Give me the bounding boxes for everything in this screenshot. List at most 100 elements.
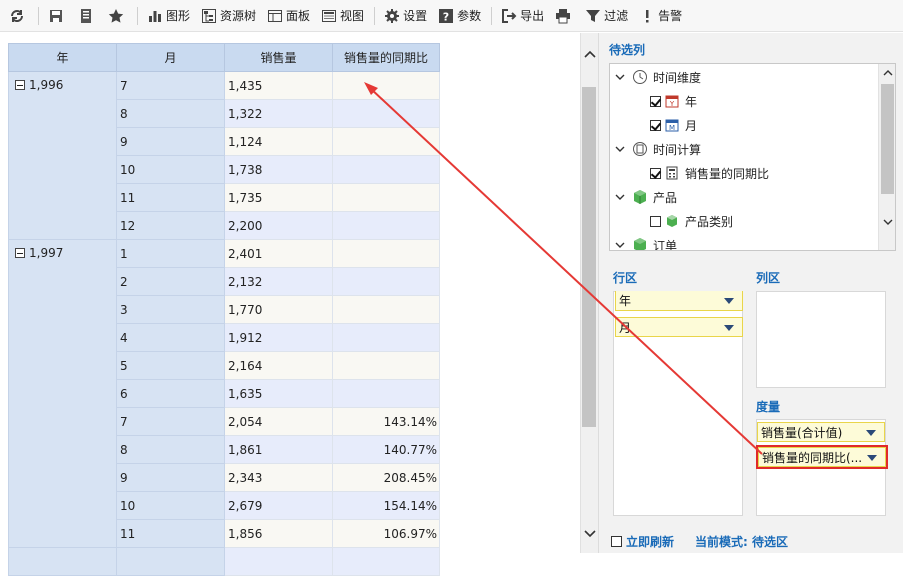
col-zone[interactable] bbox=[756, 291, 886, 388]
header-month[interactable]: 月 bbox=[116, 43, 225, 72]
empty-cell bbox=[8, 547, 117, 576]
tree-item-time-calc[interactable]: 时间计算 bbox=[614, 138, 701, 160]
save-as-button[interactable] bbox=[73, 4, 101, 28]
save-button[interactable] bbox=[43, 4, 71, 28]
auto-refresh-toggle[interactable]: 立即刷新 bbox=[611, 533, 674, 550]
save-as-icon bbox=[77, 7, 95, 25]
year-label: 1,996 bbox=[29, 78, 64, 92]
month-cell: 3 bbox=[116, 295, 225, 324]
panel-button[interactable]: 面板 bbox=[262, 4, 314, 28]
header-year[interactable]: 年 bbox=[8, 43, 117, 72]
row-chip-year[interactable]: 年 bbox=[615, 291, 743, 311]
scroll-up-icon[interactable] bbox=[583, 47, 597, 61]
tree-item-year[interactable]: Y 年 bbox=[650, 90, 697, 112]
params-button[interactable]: ? 参数 bbox=[433, 4, 485, 28]
collapse-icon[interactable] bbox=[15, 248, 25, 258]
tree-item-yoy[interactable]: 销售量的同期比 bbox=[650, 162, 769, 184]
sales-cell: 2,200 bbox=[224, 211, 333, 240]
tree-item-product-category[interactable]: 产品类别 bbox=[650, 210, 733, 232]
view-button[interactable]: 视图 bbox=[316, 4, 368, 28]
scrollbar-thumb[interactable] bbox=[582, 87, 596, 427]
mode-indicator: 当前模式: 待选区 bbox=[695, 535, 788, 549]
year-cell[interactable]: 1,996 bbox=[8, 71, 117, 240]
resource-tree-icon bbox=[200, 7, 218, 25]
month-checkbox[interactable] bbox=[650, 119, 661, 131]
settings-button[interactable]: 设置 bbox=[379, 4, 431, 28]
params-button-label: 参数 bbox=[457, 9, 482, 23]
sales-cell: 2,679 bbox=[224, 491, 333, 520]
chip-label: 年 bbox=[619, 294, 632, 308]
panel-icon bbox=[266, 7, 284, 25]
dropdown-arrow-icon[interactable] bbox=[724, 298, 734, 304]
yoy-checkbox[interactable] bbox=[650, 167, 661, 179]
table-body: 1,996 7 1,435 8 1,322 9 1,124 10 1,738 11 1,735 12 2… bbox=[8, 71, 440, 576]
scroll-up-icon[interactable] bbox=[881, 66, 894, 79]
scrollbar-thumb[interactable] bbox=[881, 84, 894, 194]
measure-chip-sales-total[interactable]: 销售量(合计值) bbox=[757, 422, 885, 442]
filter-icon bbox=[584, 7, 602, 25]
sales-cell: 1,912 bbox=[224, 323, 333, 352]
dropdown-arrow-icon[interactable] bbox=[867, 455, 877, 461]
month-cell: 7 bbox=[116, 71, 225, 100]
chevron-down-icon[interactable] bbox=[614, 143, 626, 155]
calculator-icon bbox=[664, 165, 680, 181]
tree-label: 订单 bbox=[653, 238, 678, 251]
tree-item-order[interactable]: 订单 bbox=[614, 234, 678, 251]
tree-item-time-dimension[interactable]: 时间维度 bbox=[614, 66, 701, 88]
pivot-table: 年 月 销售量 销售量的同期比 1,996 7 1,435 8 1,322 9 1,124 1… bbox=[8, 43, 440, 576]
header-yoy[interactable]: 销售量的同期比 bbox=[332, 43, 440, 72]
svg-text:M: M bbox=[669, 124, 675, 132]
dropdown-arrow-icon[interactable] bbox=[866, 430, 876, 436]
table-header-row: 年 月 销售量 销售量的同期比 bbox=[8, 43, 440, 72]
sales-cell: 2,132 bbox=[224, 267, 333, 296]
favorite-button[interactable] bbox=[103, 4, 131, 28]
sales-cell: 1,635 bbox=[224, 379, 333, 408]
filter-button[interactable]: 过滤 bbox=[580, 4, 632, 28]
resource-tree-button[interactable]: 资源树 bbox=[196, 4, 260, 28]
month-cell: 7 bbox=[116, 407, 225, 436]
tree-scrollbar[interactable] bbox=[878, 64, 895, 250]
dropdown-arrow-icon[interactable] bbox=[724, 325, 734, 331]
month-cell: 9 bbox=[116, 463, 225, 492]
year-cell[interactable]: 1,997 bbox=[8, 239, 117, 548]
tree-label: 月 bbox=[685, 118, 698, 133]
report-scrollbar[interactable] bbox=[580, 33, 598, 553]
view-button-label: 视图 bbox=[340, 9, 365, 23]
measure-chip-yoy[interactable]: 销售量的同期比(... bbox=[756, 445, 888, 469]
auto-refresh-checkbox[interactable] bbox=[611, 536, 622, 547]
chevron-down-icon[interactable] bbox=[614, 71, 626, 83]
sales-cell: 1,322 bbox=[224, 99, 333, 128]
yoy-cell bbox=[332, 155, 440, 184]
cube-icon bbox=[632, 189, 648, 205]
chart-icon bbox=[146, 7, 164, 25]
header-sales[interactable]: 销售量 bbox=[224, 43, 333, 72]
tree-label: 时间维度 bbox=[653, 70, 702, 85]
empty-cell bbox=[224, 547, 333, 576]
empty-cell bbox=[116, 547, 225, 576]
scroll-down-icon[interactable] bbox=[881, 216, 894, 229]
month-cell: 12 bbox=[116, 211, 225, 240]
chart-button-label: 图形 bbox=[166, 9, 191, 23]
export-button[interactable]: 导出 bbox=[496, 4, 548, 28]
refresh-button[interactable] bbox=[4, 4, 32, 28]
scroll-down-icon[interactable] bbox=[583, 527, 597, 541]
yoy-cell: 140.77% bbox=[332, 435, 440, 464]
row-chip-month[interactable]: 月 bbox=[615, 317, 743, 337]
collapse-icon[interactable] bbox=[15, 80, 25, 90]
field-panel: 待选列 时间维度 Y 年 M 月 时间计算 销售量的同期比 产品 产品类别 订单… bbox=[598, 33, 903, 553]
toolbar-separator bbox=[374, 6, 376, 25]
panel-title: 待选列 bbox=[609, 43, 646, 57]
print-button[interactable] bbox=[550, 4, 578, 28]
tree-item-product[interactable]: 产品 bbox=[614, 186, 677, 208]
chevron-down-icon[interactable] bbox=[614, 239, 626, 250]
year-checkbox[interactable] bbox=[650, 95, 661, 107]
tree-label: 年 bbox=[685, 94, 698, 109]
chevron-down-icon[interactable] bbox=[614, 191, 626, 203]
alert-button[interactable]: 告警 bbox=[634, 4, 686, 28]
product-category-checkbox[interactable] bbox=[650, 215, 661, 227]
tree-item-month[interactable]: M 月 bbox=[650, 114, 697, 136]
chip-label: 销售量的同期比(... bbox=[762, 450, 863, 465]
chart-button[interactable]: 图形 bbox=[142, 4, 194, 28]
tree-label: 产品 bbox=[653, 190, 678, 205]
col-zone-label: 列区 bbox=[756, 271, 781, 285]
